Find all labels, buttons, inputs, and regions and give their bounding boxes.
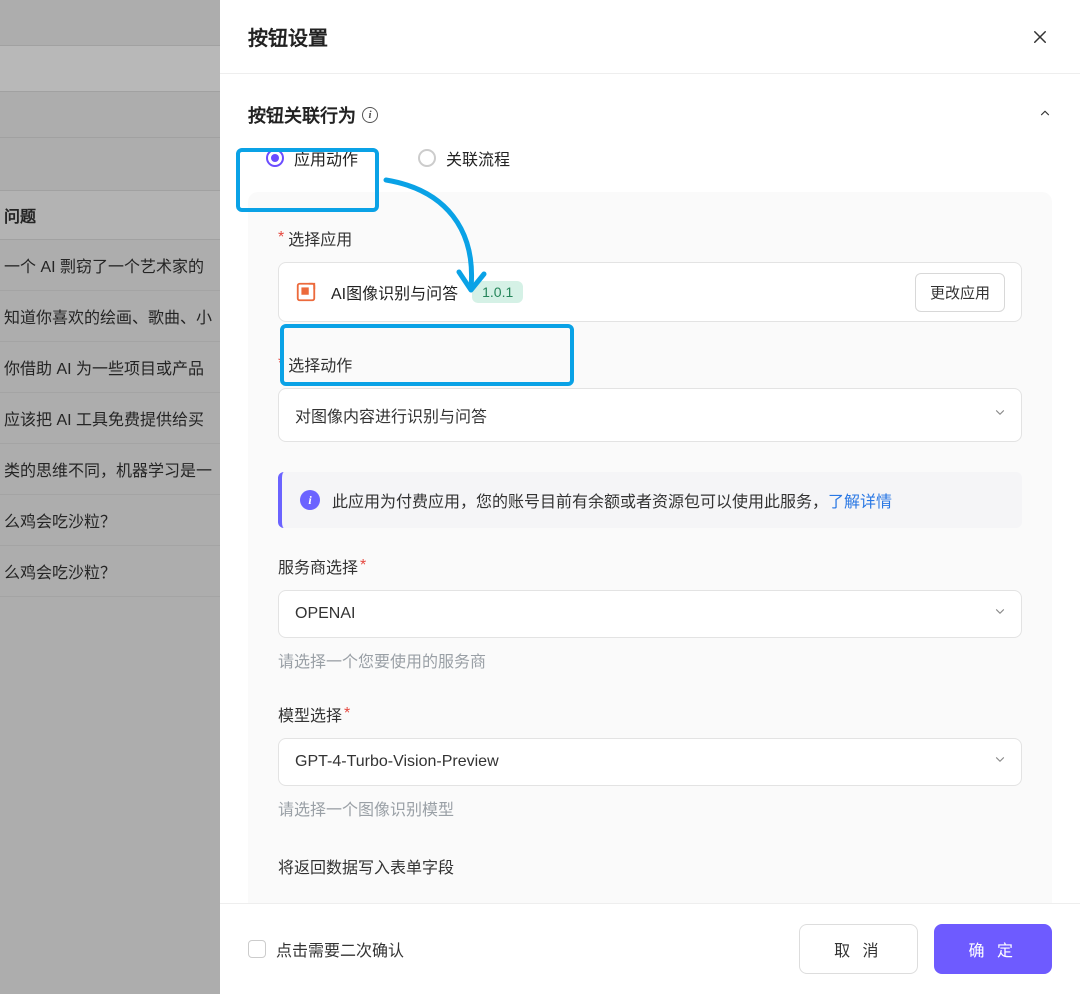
provider-helper: 请选择一个您要使用的服务商 bbox=[278, 648, 1022, 672]
ok-button[interactable]: 确 定 bbox=[934, 924, 1052, 974]
radio-flow-label: 关联流程 bbox=[446, 146, 510, 170]
radio-app-action[interactable]: 应用动作 bbox=[266, 146, 358, 170]
chevron-down-icon bbox=[993, 406, 1007, 425]
radio-icon bbox=[418, 149, 436, 167]
action-select[interactable]: 对图像内容进行识别与问答 bbox=[278, 388, 1022, 442]
secondary-confirm-checkbox[interactable] bbox=[248, 940, 266, 958]
learn-more-link[interactable]: 了解详情 bbox=[828, 494, 892, 511]
chevron-down-icon bbox=[993, 753, 1007, 772]
radio-icon bbox=[266, 149, 284, 167]
next-section-label: 将返回数据写入表单字段 bbox=[278, 850, 1022, 878]
provider-select[interactable]: OPENAI bbox=[278, 590, 1022, 638]
panel-title: 按钮设置 bbox=[248, 22, 328, 51]
info-icon[interactable]: i bbox=[362, 107, 378, 123]
app-field-label: *选择应用 bbox=[278, 226, 1022, 250]
app-name: AI图像识别与问答 bbox=[331, 280, 458, 304]
model-label: 模型选择* bbox=[278, 702, 1022, 726]
settings-panel: 按钮设置 按钮关联行为 i 应用动作 关联流程 bbox=[220, 0, 1080, 994]
config-card: *选择应用 AI图像识别与问答 1.0.1 更改应用 *选择动作 对图像 bbox=[248, 192, 1052, 903]
section-title-text: 按钮关联行为 bbox=[248, 102, 356, 128]
model-select[interactable]: GPT-4-Turbo-Vision-Preview bbox=[278, 738, 1022, 786]
selected-app-box: AI图像识别与问答 1.0.1 更改应用 bbox=[278, 262, 1022, 322]
chevron-up-icon bbox=[1038, 106, 1052, 120]
notice-text: 此应用为付费应用，您的账号目前有余额或者资源包可以使用此服务， bbox=[332, 494, 828, 511]
radio-app-label: 应用动作 bbox=[294, 146, 358, 170]
app-icon bbox=[295, 281, 317, 303]
version-badge: 1.0.1 bbox=[472, 281, 523, 303]
change-app-button[interactable]: 更改应用 bbox=[915, 273, 1005, 312]
cancel-button[interactable]: 取 消 bbox=[799, 924, 917, 974]
close-button[interactable] bbox=[1028, 25, 1052, 49]
secondary-confirm-label: 点击需要二次确认 bbox=[276, 937, 404, 961]
section-title: 按钮关联行为 i bbox=[248, 102, 378, 128]
collapse-toggle[interactable] bbox=[1038, 106, 1052, 125]
model-helper: 请选择一个图像识别模型 bbox=[278, 796, 1022, 820]
provider-label: 服务商选择* bbox=[278, 554, 1022, 578]
action-field-label: *选择动作 bbox=[278, 352, 1022, 376]
model-value: GPT-4-Turbo-Vision-Preview bbox=[295, 753, 499, 770]
paid-notice: i 此应用为付费应用，您的账号目前有余额或者资源包可以使用此服务，了解详情 bbox=[278, 472, 1022, 528]
provider-value: OPENAI bbox=[295, 605, 355, 622]
info-icon: i bbox=[300, 490, 320, 510]
chevron-down-icon bbox=[993, 605, 1007, 624]
radio-link-flow[interactable]: 关联流程 bbox=[418, 146, 510, 170]
action-select-value: 对图像内容进行识别与问答 bbox=[295, 409, 487, 426]
close-icon bbox=[1031, 28, 1049, 46]
